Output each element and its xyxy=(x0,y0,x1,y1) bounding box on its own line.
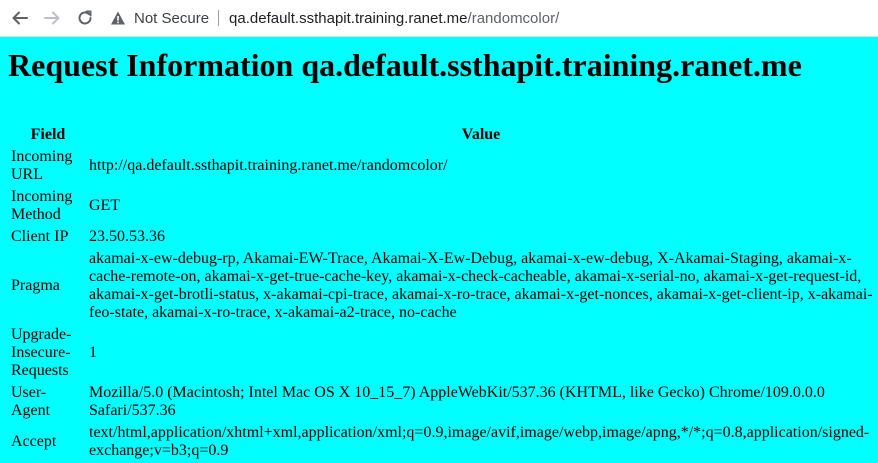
browser-toolbar: Not Secure qa.default.ssthapit.training.… xyxy=(0,0,878,37)
field-label: Upgrade-Insecure-Requests xyxy=(11,326,72,379)
forward-button[interactable] xyxy=(42,8,62,28)
table-row: Accept text/html,application/xhtml+xml,a… xyxy=(10,423,874,461)
reload-button[interactable] xyxy=(75,8,95,28)
table-row: User-Agent Mozilla/5.0 (Macintosh; Intel… xyxy=(10,383,874,421)
field-value: akamai-x-ew-debug-rp, Akamai-EW-Trace, A… xyxy=(89,250,873,321)
back-button[interactable] xyxy=(10,8,30,28)
table-row: Pragma akamai-x-ew-debug-rp, Akamai-EW-T… xyxy=(10,249,874,323)
field-value: 1 xyxy=(89,344,97,361)
request-info-table: Field Value Incoming URL http://qa.defau… xyxy=(8,122,876,463)
url-path: /randomcolor/ xyxy=(467,9,560,27)
address-divider xyxy=(218,10,220,26)
field-column-header: Field xyxy=(30,126,66,143)
reload-icon xyxy=(78,10,92,25)
back-arrow-icon xyxy=(12,11,28,25)
field-label: Pragma xyxy=(11,277,60,294)
field-label: Client IP xyxy=(11,228,69,245)
table-row: Upgrade-Insecure-Requests 1 xyxy=(10,325,874,381)
field-label: User-Agent xyxy=(11,384,51,419)
field-value: GET xyxy=(89,197,121,214)
warning-icon xyxy=(111,11,125,25)
field-label: Accept xyxy=(11,433,57,450)
field-value: 23.50.53.36 xyxy=(89,228,165,245)
address-bar[interactable]: Not Secure qa.default.ssthapit.training.… xyxy=(110,4,878,32)
table-row: Incoming Method GET xyxy=(10,187,874,225)
table-row: Incoming URL http://qa.default.ssthapit.… xyxy=(10,147,874,185)
forward-arrow-icon xyxy=(44,11,60,25)
field-label: Incoming URL xyxy=(11,148,73,183)
field-value: text/html,application/xhtml+xml,applicat… xyxy=(89,424,870,459)
table-row: Client IP 23.50.53.36 xyxy=(10,227,874,247)
field-value: http://qa.default.ssthapit.training.rane… xyxy=(89,157,448,174)
security-status[interactable]: Not Secure xyxy=(134,10,209,27)
page-title: Request Information qa.default.ssthapit.… xyxy=(8,47,802,83)
value-column-header: Value xyxy=(461,126,501,143)
table-header-row: Field Value xyxy=(10,124,874,145)
url-host: qa.default.ssthapit.training.ranet.me xyxy=(229,9,468,27)
field-label: Incoming Method xyxy=(11,188,73,223)
field-value: Mozilla/5.0 (Macintosh; Intel Mac OS X 1… xyxy=(89,384,825,419)
